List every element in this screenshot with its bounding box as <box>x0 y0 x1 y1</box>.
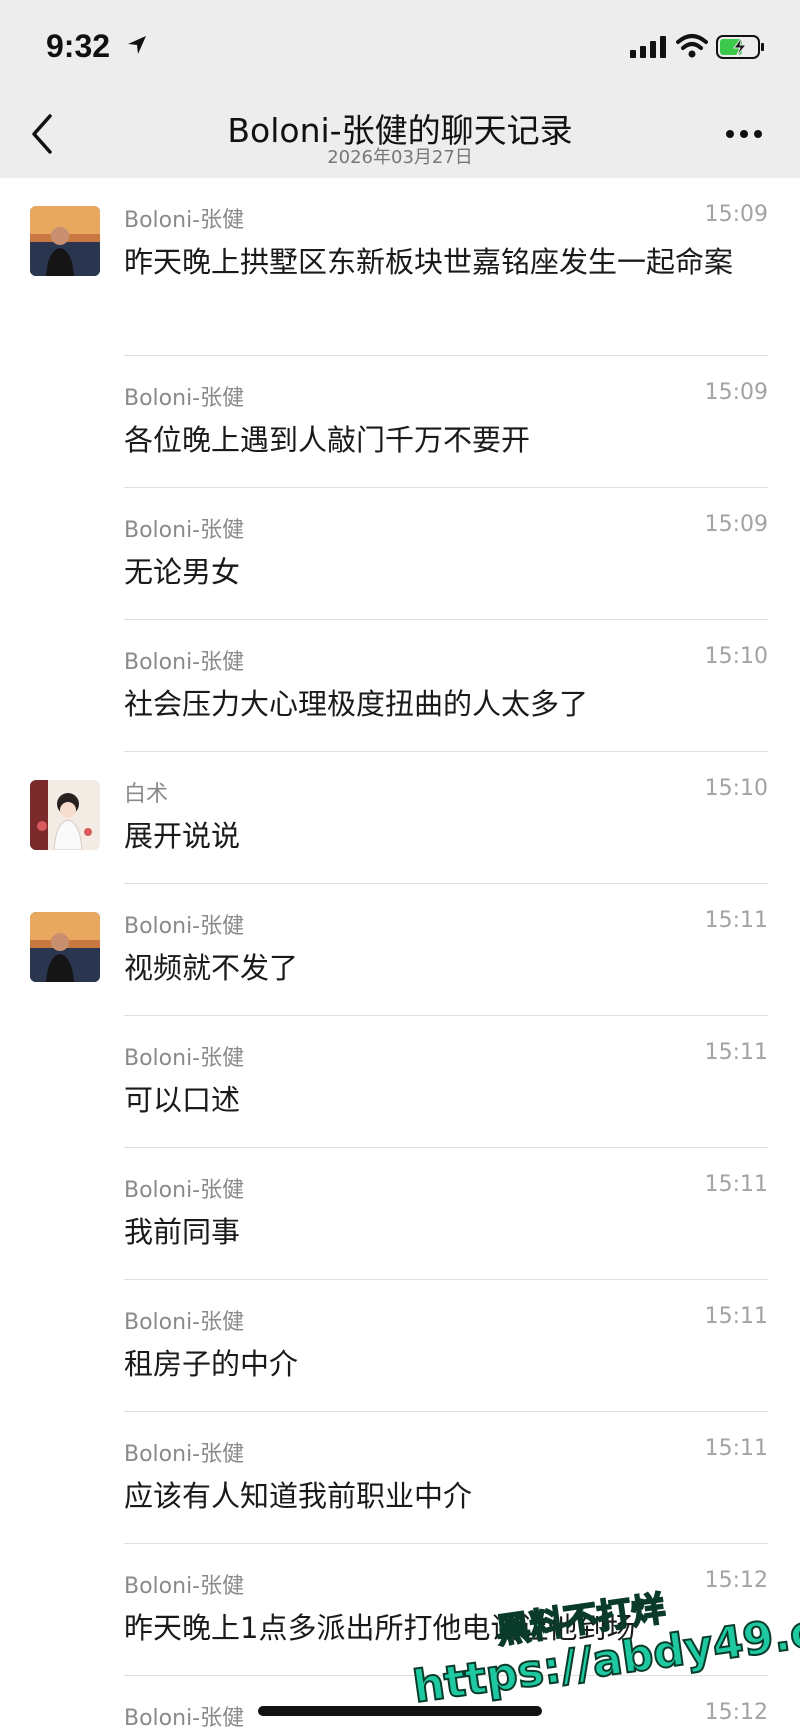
sender-name: Boloni-张健 <box>124 1178 245 1203</box>
message-text: 无论男女 <box>124 555 241 589</box>
message-text: 社会压力大心理极度扭曲的人太多了 <box>124 687 589 721</box>
message-text: 可以口述 <box>124 1083 241 1117</box>
message-text: 各位晚上遇到人敲门千万不要开 <box>124 423 531 457</box>
status-time: 9:32 <box>46 28 111 64</box>
message-time: 15:10 <box>704 776 768 801</box>
message-time: 15:11 <box>704 1436 768 1461</box>
header-bar: 9:32 Boloni-张健的聊天记录 2026年03月27日 <box>0 0 800 178</box>
message-item[interactable]: Boloni-张健 15:09 昨天晚上拱墅区东新板块世嘉铭座发生一起命案 <box>0 178 800 356</box>
message-time: 15:09 <box>704 380 768 405</box>
message-time: 15:10 <box>704 644 768 669</box>
sender-name: Boloni-张健 <box>124 914 245 939</box>
sender-name: Boloni-张健 <box>124 208 245 233</box>
sender-name: Boloni-张健 <box>124 650 245 675</box>
sender-avatar[interactable] <box>30 206 100 276</box>
message-item[interactable]: Boloni-张健 15:10 社会压力大心理极度扭曲的人太多了 <box>0 620 800 752</box>
sender-name: Boloni-张健 <box>124 386 245 411</box>
sender-name: Boloni-张健 <box>124 1310 245 1335</box>
wifi-icon <box>676 34 708 58</box>
message-time: 15:11 <box>704 1172 768 1197</box>
message-item[interactable]: Boloni-张健 15:11 应该有人知道我前职业中介 <box>0 1412 800 1544</box>
message-item[interactable]: Boloni-张健 15:09 各位晚上遇到人敲门千万不要开 <box>0 356 800 488</box>
message-text: 我前同事 <box>124 1215 241 1249</box>
sender-name: Boloni-张健 <box>124 1706 245 1731</box>
message-time: 15:11 <box>704 1304 768 1329</box>
message-text: 展开说说 <box>124 819 241 853</box>
sender-name: Boloni-张健 <box>124 1046 245 1071</box>
chat-date: 2026年03月27日 <box>327 147 473 168</box>
message-time: 15:09 <box>704 512 768 537</box>
message-text: 租房子的中介 <box>124 1347 299 1381</box>
sender-avatar[interactable] <box>30 912 100 982</box>
message-item[interactable]: 白术 15:10 展开说说 <box>0 752 800 884</box>
sender-avatar[interactable] <box>30 780 100 850</box>
location-arrow-icon <box>128 36 146 54</box>
home-indicator[interactable] <box>258 1706 542 1716</box>
message-time: 15:11 <box>704 908 768 933</box>
message-text: 昨天晚上拱墅区东新板块世嘉铭座发生一起命案 <box>124 245 734 279</box>
sender-name: Boloni-张健 <box>124 518 245 543</box>
message-item[interactable]: Boloni-张健 15:11 我前同事 <box>0 1148 800 1280</box>
message-time: 15:11 <box>704 1040 768 1065</box>
battery-charging-icon <box>716 35 764 59</box>
more-options-icon[interactable] <box>724 128 764 140</box>
message-item[interactable]: Boloni-张健 15:09 无论男女 <box>0 488 800 620</box>
message-text: 视频就不发了 <box>124 951 299 985</box>
message-text: 应该有人知道我前职业中介 <box>124 1479 473 1513</box>
message-item[interactable]: Boloni-张健 15:11 租房子的中介 <box>0 1280 800 1412</box>
message-time: 15:09 <box>704 202 768 227</box>
sender-name: 白术 <box>124 782 169 807</box>
chat-history-screen: 9:32 Boloni-张健的聊天记录 2026年03月27日 Boloni-张… <box>0 0 800 1732</box>
sender-name: Boloni-张健 <box>124 1574 245 1599</box>
cellular-signal-icon <box>630 36 666 58</box>
message-item[interactable]: Boloni-张健 15:11 视频就不发了 <box>0 884 800 1016</box>
sender-name: Boloni-张健 <box>124 1442 245 1467</box>
message-item[interactable]: Boloni-张健 15:11 可以口述 <box>0 1016 800 1148</box>
message-time: 15:12 <box>704 1700 768 1725</box>
